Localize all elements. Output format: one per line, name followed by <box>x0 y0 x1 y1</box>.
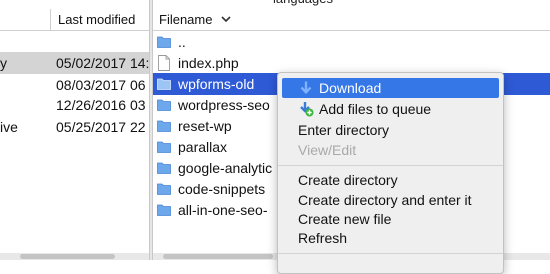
folder-icon <box>157 78 171 90</box>
remote-file-row[interactable]: .. <box>153 31 550 53</box>
scroll-thumb[interactable] <box>20 254 115 259</box>
folder-icon <box>157 36 171 48</box>
folder-icon <box>157 120 171 132</box>
menu-item-label: Refresh <box>298 230 348 246</box>
remote-file-name: reset-wp <box>178 118 232 134</box>
local-row-last-modified: 12/26/2016 03 <box>56 97 146 113</box>
folder-icon <box>157 162 171 174</box>
menu-item-label: Create directory <box>298 172 398 188</box>
local-row[interactable]: ive 05/25/2017 22 <box>0 116 150 138</box>
column-header-filename[interactable]: Filename <box>159 12 212 27</box>
local-row-last-modified: 05/25/2017 22 <box>56 119 146 135</box>
download-arrow-icon <box>300 81 312 94</box>
add-to-queue-icon <box>300 102 314 117</box>
menu-item-create-directory[interactable]: Create directory <box>278 170 503 190</box>
local-list-header: Last modified <box>0 9 150 31</box>
menu-item-refresh[interactable]: Refresh <box>278 228 503 248</box>
remote-file-row[interactable]: index.php <box>153 52 550 74</box>
column-header-last-modified[interactable]: Last modified <box>58 12 135 27</box>
menu-item-create-new-file[interactable]: Create new file <box>278 209 503 229</box>
menu-item-label: Create new file <box>298 211 392 227</box>
local-row-last-modified: 08/03/2017 06 <box>56 77 146 93</box>
menu-separator <box>278 165 503 166</box>
folder-icon <box>157 204 171 216</box>
scroll-thumb[interactable] <box>163 254 273 259</box>
folder-icon <box>157 99 171 111</box>
remote-file-name: parallax <box>178 139 228 155</box>
menu-item-label: Add files to queue <box>319 101 432 117</box>
remote-file-name: all-in-one-seo- <box>178 202 268 218</box>
menu-item-label: Create directory and enter it <box>298 192 472 208</box>
remote-tree-item[interactable]: languages <box>273 0 333 6</box>
menu-item-download[interactable]: Download <box>282 78 499 98</box>
local-row-name: y <box>0 55 7 71</box>
remote-file-name: wordpress-seo <box>178 97 270 113</box>
local-horizontal-scrollbar[interactable] <box>0 253 150 260</box>
menu-item-add-files-to-queue[interactable]: Add files to queue <box>278 99 503 119</box>
column-separator[interactable] <box>50 9 51 30</box>
menu-separator <box>278 253 503 254</box>
local-row-last-modified: 05/02/2017 14: <box>56 55 150 71</box>
menu-item-label: Enter directory <box>298 122 390 138</box>
menu-item-label: Download <box>319 80 382 96</box>
menu-item-label: View/Edit <box>298 142 357 158</box>
folder-icon <box>157 183 171 195</box>
chevron-down-icon[interactable] <box>221 14 231 24</box>
file-icon <box>158 55 170 71</box>
menu-item-view-edit: View/Edit <box>278 140 503 160</box>
remote-file-name: google-analytic <box>178 160 273 176</box>
remote-file-name: wpforms-old <box>178 76 255 92</box>
remote-list-header: Filename <box>153 9 550 31</box>
local-row[interactable]: y 05/02/2017 14: <box>0 52 150 74</box>
remote-file-name: code-snippets <box>178 181 266 197</box>
local-row-name: ive <box>0 119 18 135</box>
menu-item-enter-directory[interactable]: Enter directory <box>278 120 503 140</box>
context-menu: Download Add files to queue Enter direct… <box>277 72 504 274</box>
local-file-pane: Last modified y 05/02/2017 14: 08/03/201… <box>0 0 150 260</box>
remote-file-name: .. <box>178 34 186 50</box>
local-row[interactable]: 08/03/2017 06 <box>0 74 150 96</box>
folder-icon <box>157 141 171 153</box>
local-row[interactable]: 12/26/2016 03 <box>0 94 150 116</box>
menu-item-create-directory-and-enter[interactable]: Create directory and enter it <box>278 190 503 210</box>
remote-file-name: index.php <box>178 55 239 71</box>
